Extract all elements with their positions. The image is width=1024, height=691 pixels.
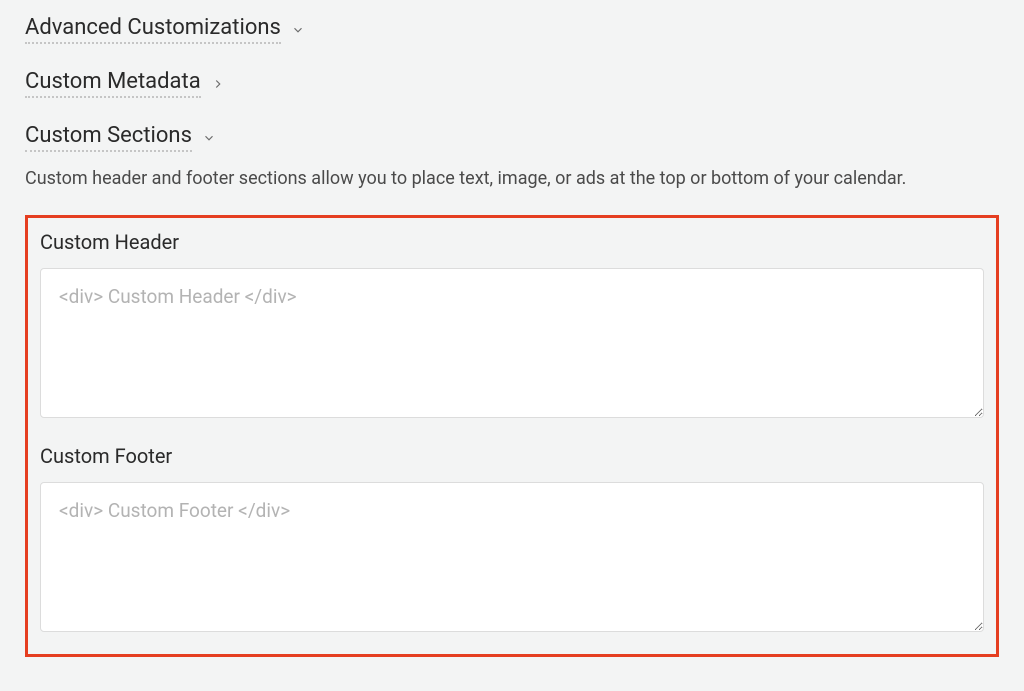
custom-header-group: Custom Header	[40, 230, 984, 422]
custom-metadata-toggle[interactable]: Custom Metadata	[25, 69, 225, 98]
custom-sections-panel: Custom Header Custom Footer	[25, 215, 999, 657]
custom-sections-description: Custom header and footer sections allow …	[25, 162, 965, 195]
custom-footer-group: Custom Footer	[40, 444, 984, 636]
custom-header-label: Custom Header	[40, 230, 984, 254]
advanced-customizations-toggle[interactable]: Advanced Customizations	[25, 15, 305, 44]
chevron-right-icon	[211, 77, 225, 91]
custom-sections-toggle[interactable]: Custom Sections	[25, 123, 216, 152]
chevron-down-icon	[291, 23, 305, 37]
custom-metadata-label: Custom Metadata	[25, 69, 201, 98]
custom-sections-label: Custom Sections	[25, 123, 192, 152]
custom-footer-textarea[interactable]	[40, 482, 984, 632]
custom-footer-label: Custom Footer	[40, 444, 984, 468]
custom-header-textarea[interactable]	[40, 268, 984, 418]
chevron-down-icon	[202, 131, 216, 145]
advanced-customizations-label: Advanced Customizations	[25, 15, 281, 44]
